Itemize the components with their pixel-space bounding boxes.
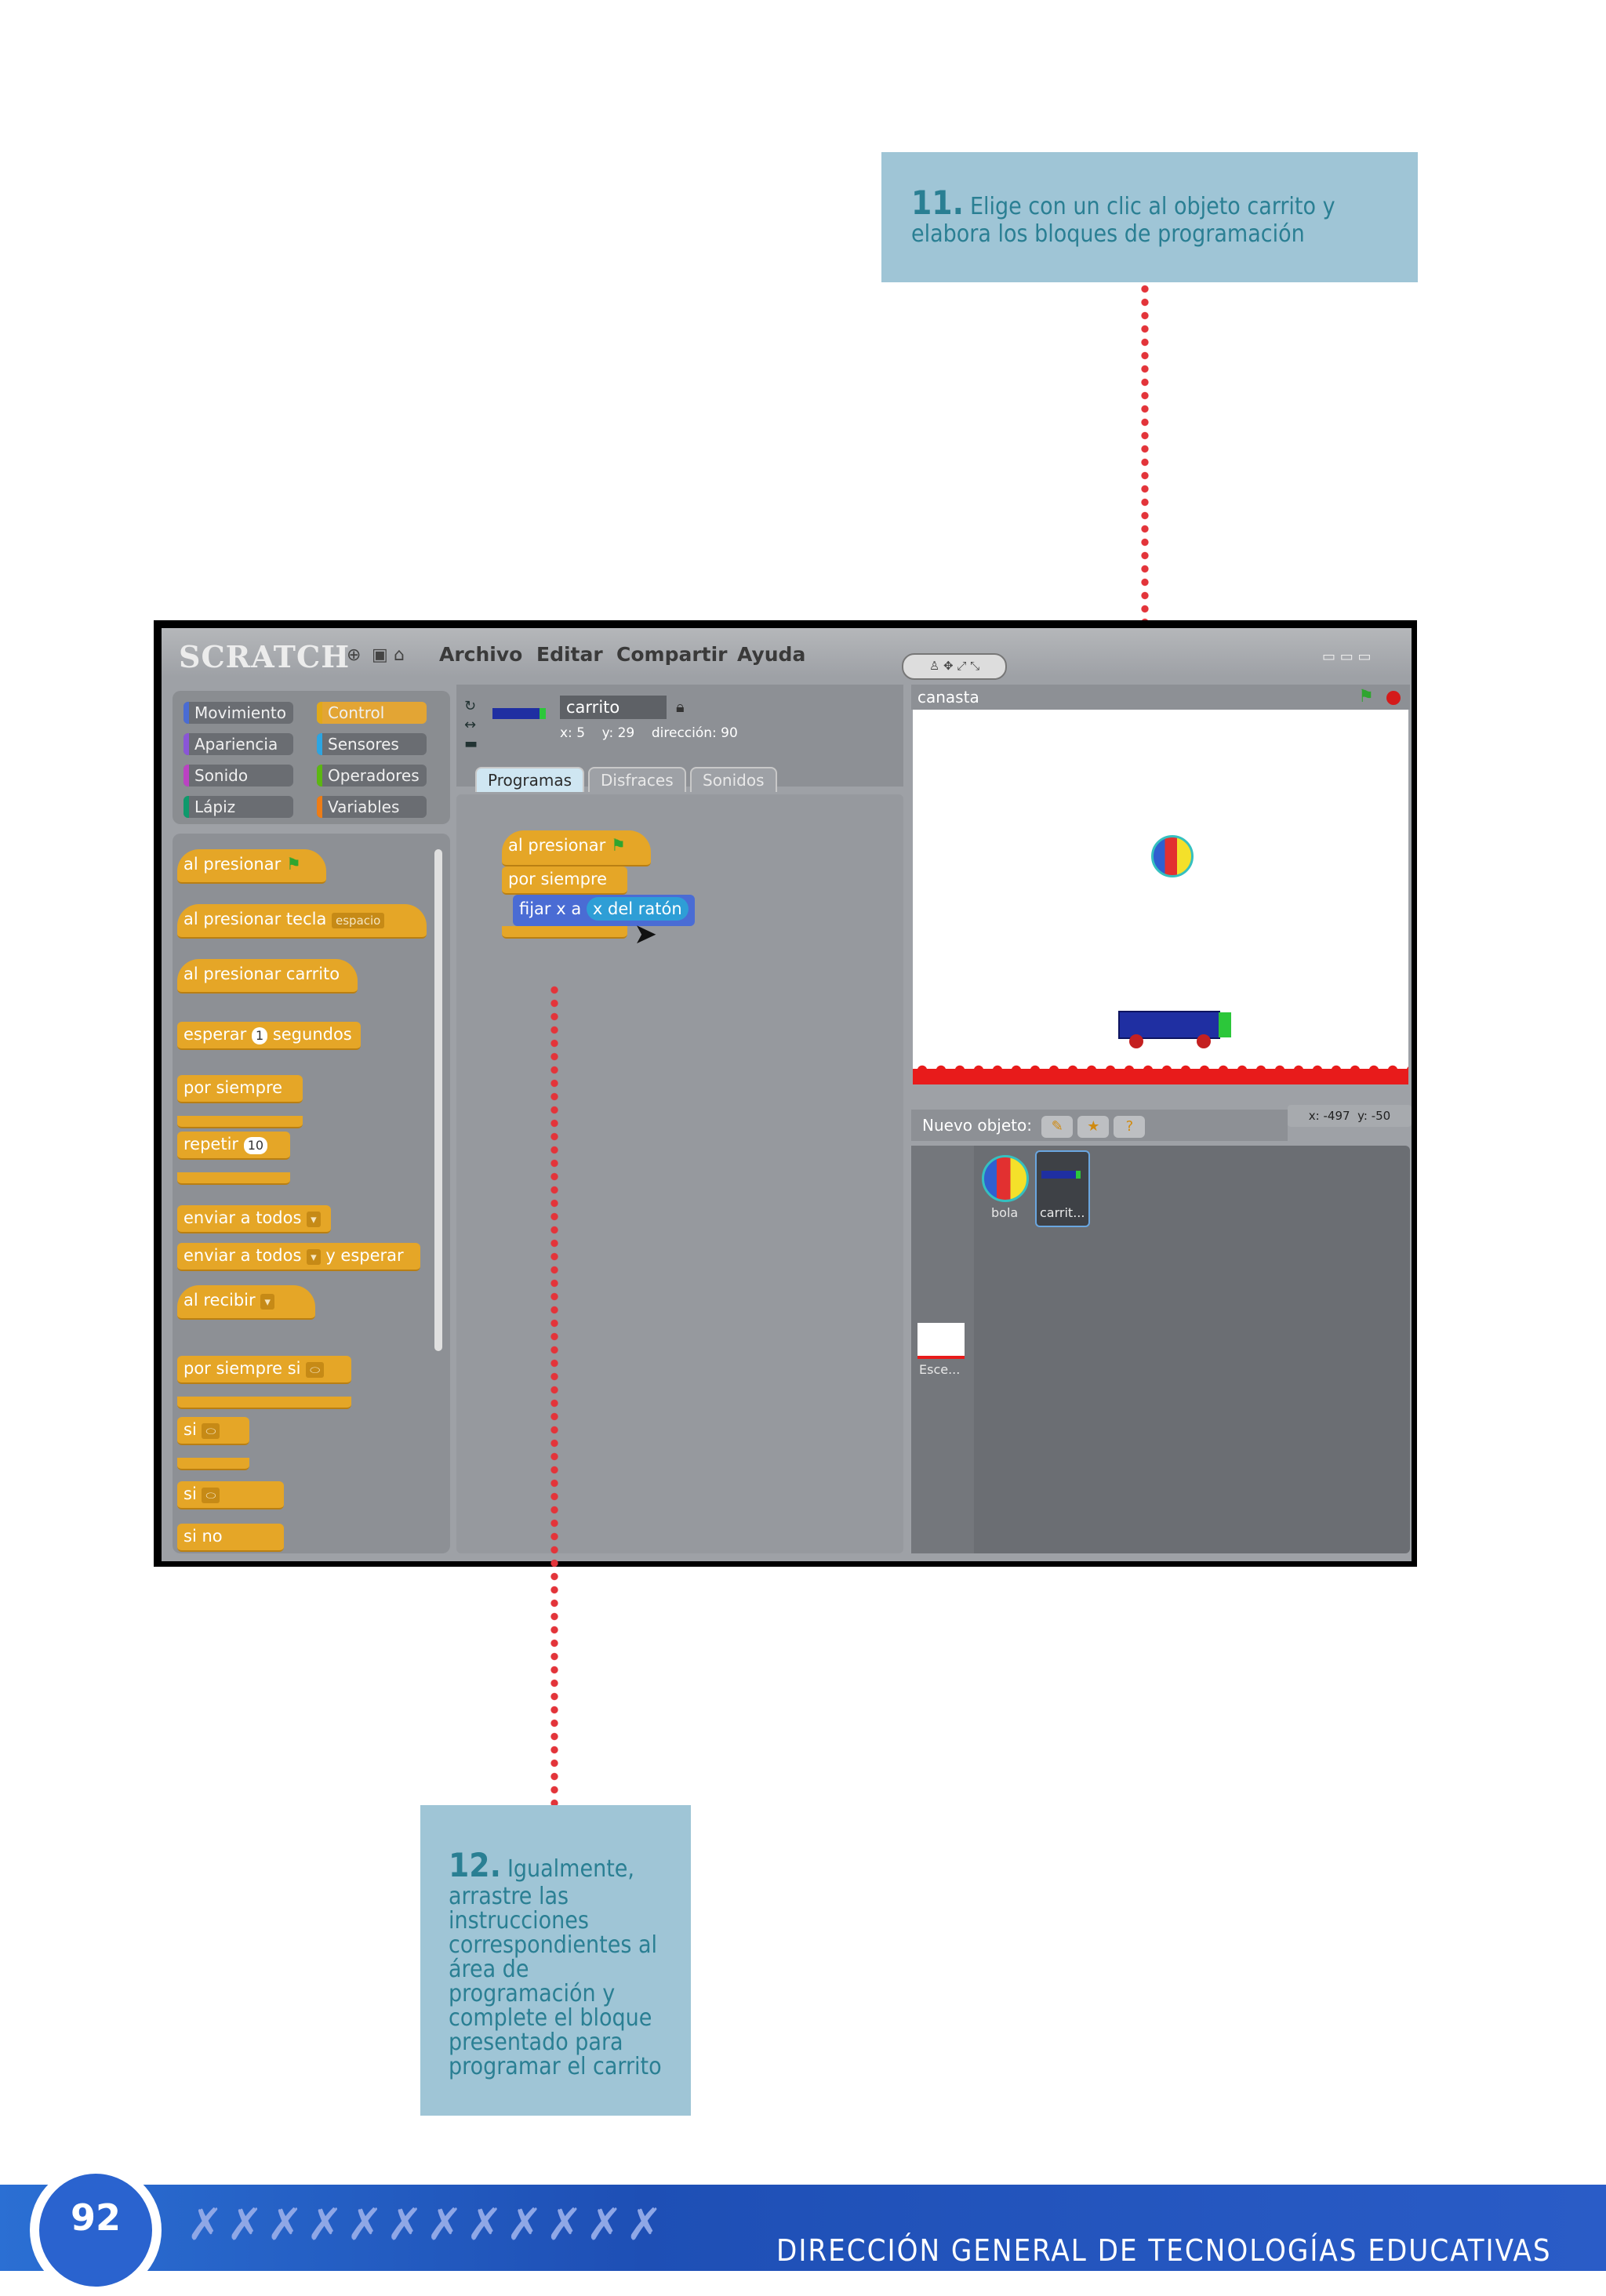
block-wait[interactable]: esperar 1 segundos <box>177 1022 361 1050</box>
stage-title: canasta <box>917 688 979 707</box>
block-if-else[interactable]: si ⬭ <box>177 1481 284 1509</box>
menu-ayuda[interactable]: Ayuda <box>737 643 805 666</box>
block-when-key[interactable]: al presionar tecla espacio <box>177 904 427 939</box>
stage-thumbnail[interactable] <box>917 1323 965 1359</box>
block-broadcast-wait[interactable]: enviar a todos ▾ y esperar <box>177 1243 420 1271</box>
block-broadcast[interactable]: enviar a todos ▾ <box>177 1205 331 1233</box>
category-variables[interactable]: Variables <box>317 796 427 818</box>
page-number-badge: 92 <box>30 2164 162 2296</box>
choose-sprite-button[interactable]: ★ <box>1077 1115 1110 1138</box>
block-forever-if-bottom <box>177 1397 351 1409</box>
mouse-x-reporter[interactable]: x del ratón <box>586 897 689 921</box>
stage-size-icons[interactable]: ▭ ▭ ▭ <box>1322 648 1371 665</box>
menu-compartir[interactable]: Compartir <box>616 643 728 666</box>
sprite-thumbnail-icon <box>492 708 546 719</box>
block-when-receive[interactable]: al recibir ▾ <box>177 1285 315 1320</box>
stage-thumbnail-label: Esce... <box>919 1362 961 1377</box>
mouse-coordinates: x: -497 y: -50 <box>1288 1105 1412 1127</box>
block-when-clicked[interactable]: al presionar carrito <box>177 959 358 994</box>
block-categories: Movimiento Control Apariencia Sensores S… <box>173 691 450 824</box>
page-number: 92 <box>39 2174 152 2287</box>
step-number: 12. <box>449 1846 501 1884</box>
callout-step-12: 12. Igualmente, arrastre las instruccione… <box>420 1805 691 2116</box>
step-text: Igualmente, arrastre las instrucciones c… <box>449 1855 662 2080</box>
block-when-flag[interactable]: al presionar ⚑ <box>177 849 326 884</box>
new-object-label: Nuevo objeto: <box>922 1116 1032 1135</box>
page-footer: ✗✗✗✗✗✗✗✗✗✗✗✗ DIRECCIÓN GENERAL DE TECNOL… <box>0 2185 1606 2271</box>
category-operadores[interactable]: Operadores <box>317 765 427 787</box>
category-sonido[interactable]: Sonido <box>183 765 293 787</box>
script-forever-bottom <box>502 926 627 939</box>
save-icon[interactable]: ▣ <box>372 645 388 665</box>
stop-button[interactable] <box>1386 691 1401 705</box>
tab-disfraces[interactable]: Disfraces <box>588 767 686 792</box>
truck-sprite[interactable] <box>1118 1011 1231 1048</box>
floor <box>913 1069 1408 1084</box>
scratch-logo: SCRATCH <box>179 639 351 674</box>
sprite-coordinates: x: 5 y: 29 dirección: 90 <box>560 725 738 741</box>
block-if[interactable]: si ⬭ <box>177 1417 249 1445</box>
green-flag-button[interactable]: ⚑ <box>1358 685 1374 710</box>
block-repeat[interactable]: repetir 10 <box>177 1132 290 1160</box>
green-flag-icon: ⚑ <box>610 836 626 855</box>
block-forever[interactable]: por siempre <box>177 1075 303 1103</box>
scratch-app: SCRATCH ⊕ ▣ ⌂ Archivo Editar Compartir A… <box>162 628 1412 1561</box>
block-palette: al presionar ⚑ al presionar tecla espaci… <box>173 834 450 1553</box>
step-text: Elige con un clic al objeto carrito y el… <box>911 193 1335 248</box>
stage[interactable] <box>913 710 1408 1084</box>
block-else[interactable]: si no <box>177 1524 284 1552</box>
green-flag-icon: ⚑ <box>285 855 301 874</box>
category-control[interactable]: Control <box>317 702 427 724</box>
random-sprite-button[interactable]: ? <box>1114 1115 1146 1138</box>
menu-editar[interactable]: Editar <box>536 643 603 666</box>
ball-sprite-label: bola <box>991 1205 1019 1220</box>
sprite-list: Esce... bola carrit... <box>911 1146 1410 1553</box>
ball-sprite[interactable] <box>1151 835 1194 877</box>
truck-sprite-label: carrit... <box>1040 1205 1085 1220</box>
menu-archivo[interactable]: Archivo <box>439 643 522 666</box>
tab-programas[interactable]: Programas <box>475 767 585 792</box>
category-sensores[interactable]: Sensores <box>317 733 427 755</box>
callout-step-11: 11. Elige con un clic al objeto carrito y… <box>881 152 1418 282</box>
edit-tool-buttons[interactable]: ♙ ✥ ⤢ ⤡ <box>902 653 1007 680</box>
menu-bar: SCRATCH ⊕ ▣ ⌂ Archivo Editar Compartir A… <box>162 628 1412 680</box>
dotted-connector-12 <box>550 983 558 1844</box>
category-apariencia[interactable]: Apariencia <box>183 733 293 755</box>
people-figures-decoration: ✗✗✗✗✗✗✗✗✗✗✗✗ <box>187 2200 667 2251</box>
new-object-bar: Nuevo objeto: ✎ ★? <box>911 1110 1288 1141</box>
step-number: 11. <box>911 183 964 222</box>
script-set-x[interactable]: fijar x a x del ratón <box>513 895 695 926</box>
globe-icon[interactable]: ⊕ <box>347 645 361 665</box>
category-lapiz[interactable]: Lápiz <box>183 796 293 818</box>
script-forever[interactable]: por siempre <box>502 866 627 895</box>
script-area[interactable]: al presionar ⚑ por siempre fijar x a x d… <box>456 794 903 1553</box>
mouse-cursor-icon: ➤ <box>634 918 658 950</box>
sprite-info-panel: ↻ ↔ ▬ carrito 🔒︎ x: 5 y: 29 dirección: 90 … <box>456 685 903 792</box>
footer-title: DIRECCIÓN GENERAL DE TECNOLOGÍAS EDUCATI… <box>776 2233 1552 2268</box>
category-movimiento[interactable]: Movimiento <box>183 702 293 724</box>
block-if-bottom <box>177 1458 249 1470</box>
tab-sonidos[interactable]: Sonidos <box>690 767 777 792</box>
palette-scrollbar[interactable] <box>434 849 442 1351</box>
scratch-window: SCRATCH ⊕ ▣ ⌂ Archivo Editar Compartir A… <box>154 620 1417 1567</box>
stage-header: canasta ⚑ <box>911 685 1410 710</box>
ball-sprite-thumbnail[interactable] <box>982 1155 1029 1202</box>
share-icon[interactable]: ⌂ <box>394 645 405 665</box>
lock-icon[interactable]: 🔒︎ <box>676 697 685 716</box>
paint-sprite-button[interactable]: ✎ <box>1041 1115 1074 1138</box>
block-forever-bottom <box>177 1116 303 1128</box>
block-forever-if[interactable]: por siempre si ⬭ <box>177 1356 351 1384</box>
script-when-flag[interactable]: al presionar ⚑ <box>502 830 651 866</box>
sprite-name-field[interactable]: carrito <box>560 696 667 719</box>
block-repeat-bottom <box>177 1172 290 1185</box>
rotation-style-icons[interactable]: ↻ ↔ ▬ <box>464 697 478 754</box>
